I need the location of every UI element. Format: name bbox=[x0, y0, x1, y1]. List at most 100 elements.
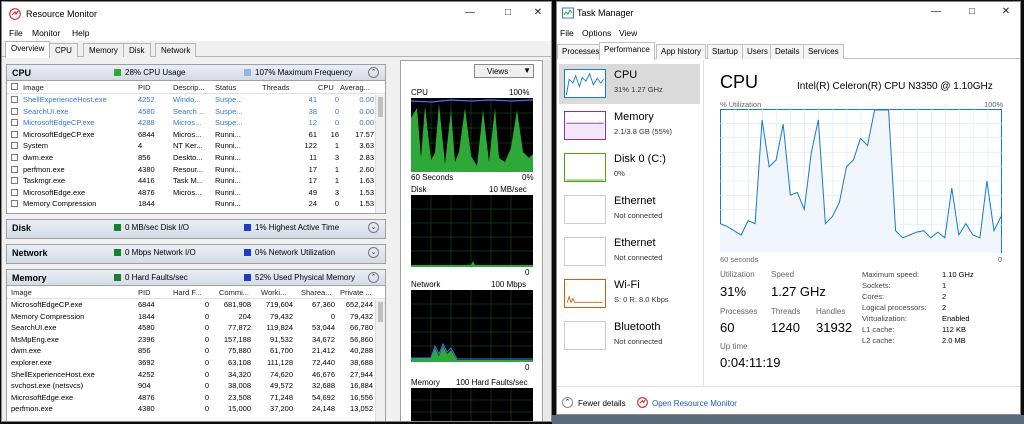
col-shareable[interactable]: Sharea... bbox=[301, 288, 337, 297]
memory-process-row[interactable]: svchost.exe (netsvcs) 904 0 38,008 49,572 32,… bbox=[7, 380, 385, 392]
memory-process-row[interactable]: dwm.exe 856 0 75,880 61,700 21,412 40,288 bbox=[7, 345, 385, 357]
select-all-checkbox[interactable] bbox=[11, 83, 18, 90]
menu-monitor[interactable]: Monitor bbox=[32, 28, 60, 38]
col-pid[interactable]: PID bbox=[138, 83, 151, 92]
resource-item[interactable]: CPU 31% 1.27 GHz bbox=[559, 64, 700, 104]
memory-process-row[interactable]: explorer.exe 3692 0 63,108 111,128 72,440 38,6… bbox=[7, 357, 385, 369]
col-pid[interactable]: PID bbox=[138, 288, 151, 297]
cpu-process-row[interactable]: perfmon.exe 4380 Resour... Runni... 17 1 2.60 bbox=[7, 164, 385, 176]
tab-startup[interactable]: Startup bbox=[707, 44, 743, 59]
fewer-details-link[interactable]: Fewer details bbox=[578, 399, 626, 408]
col-commit[interactable]: Commi... bbox=[219, 288, 255, 297]
row-checkbox[interactable] bbox=[11, 153, 18, 161]
utilization-value: 31% bbox=[720, 284, 747, 299]
cpu-process-row[interactable]: ShellExperienceHost.exe 4252 Windo... Suspe… bbox=[7, 94, 385, 106]
rm-right-scrollbar[interactable] bbox=[544, 60, 551, 421]
chevron-down-icon[interactable]: ⌄ bbox=[368, 222, 379, 233]
cpu-process-row[interactable]: Taskmgr.exe 4416 Task M... Runni... 17 1 1.63 bbox=[7, 175, 385, 187]
tab-users[interactable]: Users bbox=[742, 44, 773, 59]
cpu-scrollbar[interactable] bbox=[375, 95, 385, 213]
cell: Taskmgr.exe bbox=[23, 176, 66, 186]
memory-process-row[interactable]: SearchUI.exe 4580 0 77,872 119,824 53,044 66,7… bbox=[7, 322, 385, 334]
tab-disk[interactable]: Disk bbox=[123, 43, 151, 57]
cell: 4876 bbox=[138, 392, 155, 402]
memory-process-row[interactable]: MicrosoftEdge.exe 4876 0 23,508 71,248 54,692… bbox=[7, 392, 385, 404]
row-checkbox[interactable] bbox=[11, 130, 18, 138]
tab-memory[interactable]: Memory bbox=[83, 43, 124, 57]
maximize-button[interactable]: □ bbox=[962, 5, 982, 19]
cpu-process-row[interactable]: System 4 NT Ker... Runni... 122 1 3.63 bbox=[7, 140, 385, 152]
cell: 0 bbox=[204, 392, 209, 402]
row-checkbox[interactable] bbox=[11, 177, 18, 185]
cell: 0 bbox=[204, 381, 209, 391]
minimize-button[interactable]: — bbox=[460, 6, 480, 20]
chevron-up-icon[interactable]: ⌃ bbox=[562, 397, 573, 408]
close-button[interactable]: ✕ bbox=[528, 6, 548, 20]
col-working[interactable]: Worki... bbox=[261, 288, 297, 297]
col-status[interactable]: Status bbox=[215, 83, 236, 92]
row-checkbox[interactable] bbox=[11, 200, 18, 208]
tab-overview[interactable]: Overview bbox=[5, 41, 51, 58]
views-dropdown[interactable]: Views ▼ bbox=[474, 64, 534, 78]
tab-network[interactable]: Network bbox=[155, 43, 197, 57]
tab-services[interactable]: Services bbox=[803, 44, 844, 59]
cpu-process-row[interactable]: SearchUI.exe 4580 Search ... Suspe... 38 0 0.0… bbox=[7, 106, 385, 118]
resource-item[interactable]: Wi-Fi S: 0 R: 8.0 Kbps bbox=[559, 274, 700, 314]
resource-item[interactable]: Memory 2.1/3.8 GB (55%) bbox=[559, 106, 700, 146]
memory-section-header[interactable]: Memory 0 Hard Faults/sec 52% Used Physic… bbox=[7, 270, 385, 286]
menu-view[interactable]: View bbox=[619, 28, 637, 38]
close-button[interactable]: ✕ bbox=[996, 5, 1016, 19]
open-resource-monitor-link[interactable]: Open Resource Monitor bbox=[652, 399, 737, 408]
chevron-down-icon[interactable]: ⌄ bbox=[368, 247, 379, 258]
resource-item[interactable]: Ethernet Not connected bbox=[559, 190, 700, 230]
memory-process-row[interactable]: ShellExperienceHost.exe 4252 0 34,320 74,620… bbox=[7, 369, 385, 381]
cell: 67,360 bbox=[312, 300, 335, 309]
cell: 719,604 bbox=[265, 300, 293, 309]
menu-file[interactable]: File bbox=[9, 28, 23, 38]
disk-section-header[interactable]: Disk 0 MB/sec Disk I/O 1% Highest Active… bbox=[7, 220, 385, 238]
row-checkbox[interactable] bbox=[11, 96, 18, 103]
resource-item[interactable]: Ethernet Not connected bbox=[559, 232, 700, 272]
resource-item[interactable]: Disk 0 (C:) 0% bbox=[559, 148, 700, 188]
tab-cpu[interactable]: CPU bbox=[49, 43, 78, 57]
cpu-process-row[interactable]: MicrosoftEdgeCP.exe 6844 Micros... Runni...… bbox=[7, 129, 385, 141]
row-checkbox[interactable] bbox=[11, 119, 18, 127]
memory-process-row[interactable]: Memory Compression 1844 0 204 79,432 0 79,432 bbox=[7, 311, 385, 323]
cpu-process-row[interactable]: MicrosoftEdgeCP.exe 4288 Micros... Suspe...… bbox=[7, 117, 385, 129]
row-checkbox[interactable] bbox=[11, 188, 18, 196]
network-section-header[interactable]: Network 0 Mbps Network I/O 0% Network Ut… bbox=[7, 245, 385, 263]
memory-process-row[interactable]: perfmon.exe 4380 0 15,000 37,200 24,148 13,052 bbox=[7, 403, 385, 415]
task-manager-window: Task Manager — □ ✕ File Options View Pro… bbox=[556, 1, 1021, 415]
tab-details[interactable]: Details bbox=[770, 44, 805, 59]
col-image[interactable]: Image bbox=[11, 288, 32, 297]
col-description[interactable]: Descrip... bbox=[173, 83, 211, 92]
cpu-process-row[interactable]: dwm.exe 856 Deskto... Runni... 11 3 2.83 bbox=[7, 152, 385, 164]
resource-item[interactable]: Bluetooth Not connected bbox=[559, 316, 700, 356]
cell: 1 bbox=[334, 164, 339, 174]
row-checkbox[interactable] bbox=[11, 107, 18, 115]
col-private[interactable]: Private ... bbox=[340, 288, 374, 297]
minimize-button[interactable]: — bbox=[926, 5, 946, 19]
col-image[interactable]: Image bbox=[23, 83, 44, 92]
menu-options[interactable]: Options bbox=[582, 28, 611, 38]
col-threads[interactable]: Threads bbox=[262, 83, 290, 92]
tab-performance[interactable]: Performance bbox=[599, 42, 655, 60]
cpu-process-row[interactable]: Memory Compression 1844 Runni... 24 0 1.53 bbox=[7, 198, 385, 210]
row-checkbox[interactable] bbox=[11, 142, 18, 150]
memory-scrollbar[interactable] bbox=[375, 300, 385, 421]
chevron-up-icon[interactable]: ⌃ bbox=[368, 272, 379, 283]
maximize-button[interactable]: □ bbox=[498, 6, 518, 20]
col-cpu[interactable]: CPU bbox=[318, 83, 334, 92]
cpu-section-header[interactable]: CPU 28% CPU Usage 107% Maximum Frequency… bbox=[7, 65, 385, 81]
col-hard-faults[interactable]: Hard F... bbox=[173, 288, 209, 297]
col-average[interactable]: Averag... bbox=[340, 83, 374, 92]
cpu-process-row[interactable]: MicrosoftEdge.exe 4876 Micros... Runni... 49… bbox=[7, 187, 385, 199]
tab-app-history[interactable]: App history bbox=[656, 44, 707, 59]
menu-file[interactable]: File bbox=[560, 28, 574, 38]
memory-process-row[interactable]: MsMpEng.exe 2396 0 157,188 91,532 34,672 56,86… bbox=[7, 334, 385, 346]
tab-processes[interactable]: Processes bbox=[557, 44, 605, 59]
row-checkbox[interactable] bbox=[11, 165, 18, 173]
memory-process-row[interactable]: MicrosoftEdgeCP.exe 6844 0 681,908 719,604 67… bbox=[7, 299, 385, 311]
menu-help[interactable]: Help bbox=[72, 28, 89, 38]
chevron-up-icon[interactable]: ⌃ bbox=[368, 67, 379, 78]
